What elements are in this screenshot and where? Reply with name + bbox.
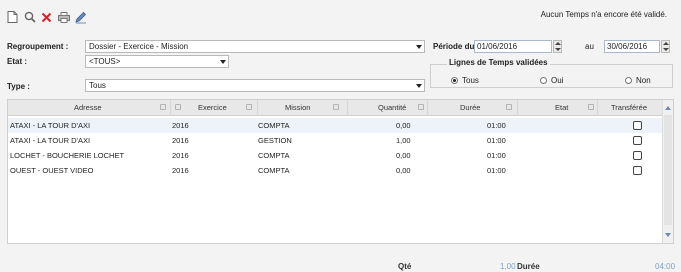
chevron-down-icon bbox=[413, 41, 424, 52]
col-exercice[interactable]: Exercice bbox=[171, 100, 258, 116]
col-quantite[interactable]: Quantité bbox=[348, 100, 428, 116]
sort-icon bbox=[588, 104, 594, 110]
radio-non-label: Non bbox=[636, 76, 651, 85]
periode-label: Période du bbox=[433, 42, 475, 51]
vertical-scrollbar[interactable] bbox=[662, 100, 673, 243]
sort-icon bbox=[418, 104, 424, 110]
col-transferee[interactable]: Transférée bbox=[598, 100, 663, 116]
qte-value: 1,00 bbox=[500, 262, 516, 271]
status-message: Aucun Temps n'a encore été validé. bbox=[540, 10, 667, 19]
qte-label: Qté bbox=[398, 262, 412, 271]
transferee-checkbox[interactable] bbox=[633, 121, 642, 130]
time-table: Adresse Exercice Mission Quantité Durée … bbox=[7, 99, 674, 244]
date-from-input[interactable]: 01/06/2016 bbox=[474, 40, 552, 53]
transferee-checkbox[interactable] bbox=[633, 151, 642, 160]
date-to-spinner[interactable] bbox=[661, 40, 670, 53]
sort-icon bbox=[175, 104, 181, 110]
regroupement-select[interactable]: Dossier - Exercice - Mission bbox=[85, 40, 425, 53]
pen-icon[interactable] bbox=[74, 11, 87, 24]
regroupement-label: Regroupement : bbox=[7, 42, 69, 51]
radio-dot bbox=[540, 77, 547, 84]
type-select[interactable]: Tous bbox=[85, 79, 425, 92]
table-row[interactable]: ATAXI - LA TOUR D'AXI 2016 COMPTA 0,00 0… bbox=[8, 118, 663, 133]
col-etat[interactable]: Etat bbox=[518, 100, 598, 116]
duree-total-value: 04:00 bbox=[655, 262, 676, 271]
col-duree[interactable]: Durée bbox=[428, 100, 518, 116]
etat-label: Etat : bbox=[7, 57, 27, 66]
scroll-thumb[interactable] bbox=[664, 115, 672, 225]
search-icon[interactable] bbox=[23, 11, 36, 24]
radio-oui-label: Oui bbox=[551, 76, 564, 85]
type-label: Type : bbox=[7, 82, 30, 91]
transferee-checkbox[interactable] bbox=[633, 166, 642, 175]
table-header: Adresse Exercice Mission Quantité Durée … bbox=[8, 100, 663, 116]
type-value: Tous bbox=[89, 81, 106, 90]
col-mission[interactable]: Mission bbox=[258, 100, 348, 116]
col-adresse[interactable]: Adresse bbox=[8, 100, 171, 116]
table-row[interactable]: ATAXI - LA TOUR D'AXI 2016 GESTION 1,00 … bbox=[8, 133, 663, 148]
date-from-spinner[interactable] bbox=[553, 40, 562, 53]
sort-icon bbox=[160, 104, 166, 110]
toolbar bbox=[6, 9, 87, 25]
etat-select[interactable]: <TOUS> bbox=[85, 55, 229, 68]
transferee-checkbox[interactable] bbox=[633, 136, 642, 145]
regroupement-value: Dossier - Exercice - Mission bbox=[89, 42, 189, 51]
delete-icon[interactable] bbox=[40, 11, 53, 24]
etat-value: <TOUS> bbox=[89, 57, 121, 66]
sort-icon bbox=[506, 104, 512, 110]
duree-total-label: Durée bbox=[517, 262, 540, 271]
validated-title: Lignes de Temps validées bbox=[447, 58, 550, 67]
sort-icon bbox=[333, 104, 339, 110]
scroll-down-icon[interactable] bbox=[665, 233, 671, 237]
print-icon[interactable] bbox=[57, 11, 70, 24]
radio-dot bbox=[451, 77, 458, 84]
table-row[interactable]: LOCHET - BOUCHERIE LOCHET 2016 COMPTA 0,… bbox=[8, 148, 663, 163]
radio-tous-label: Tous bbox=[462, 76, 479, 85]
radio-oui[interactable]: Oui bbox=[540, 76, 563, 85]
radio-non[interactable]: Non bbox=[625, 76, 651, 85]
radio-tous[interactable]: Tous bbox=[451, 76, 479, 85]
new-icon[interactable] bbox=[6, 11, 19, 24]
radio-dot bbox=[625, 77, 632, 84]
scroll-up-icon[interactable] bbox=[665, 106, 671, 110]
sort-icon bbox=[246, 104, 252, 110]
date-to-input[interactable]: 30/06/2016 bbox=[604, 40, 660, 53]
chevron-down-icon bbox=[217, 56, 228, 67]
table-row[interactable]: OUEST - OUEST VIDEO 2016 COMPTA 0,00 01:… bbox=[8, 163, 663, 178]
au-label: au bbox=[585, 42, 594, 51]
chevron-down-icon bbox=[413, 80, 424, 91]
